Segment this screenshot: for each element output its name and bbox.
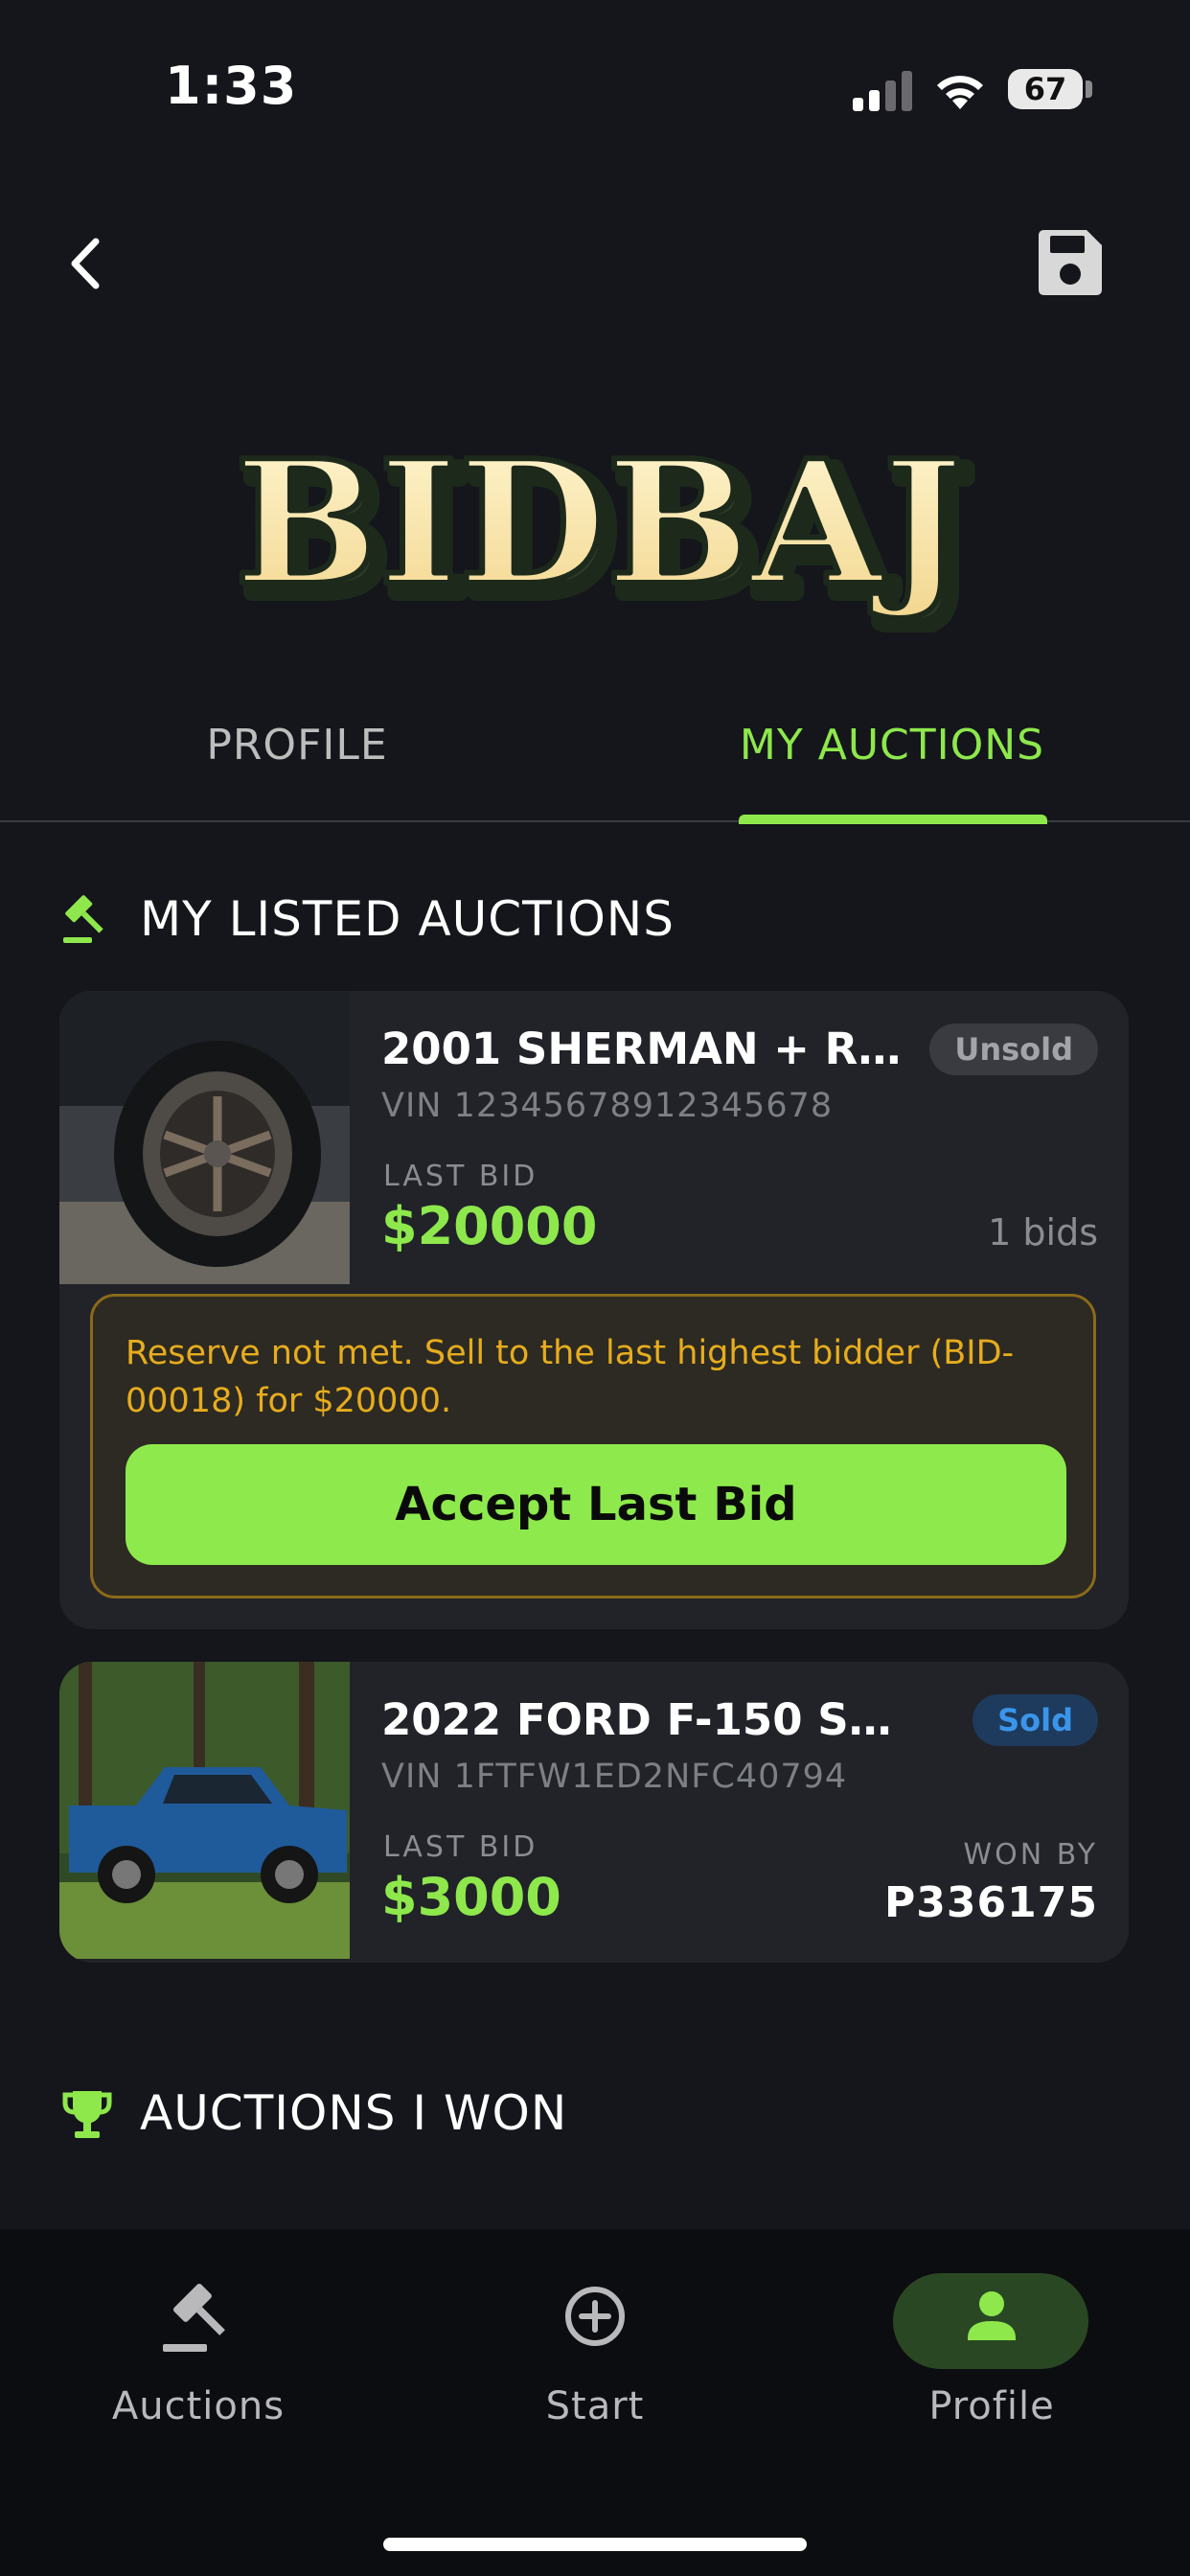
last-bid-value: $3000: [381, 1867, 561, 1927]
nav-label: Start: [545, 2384, 645, 2428]
reserve-notice-text: Reserve not met. Sell to the last highes…: [126, 1334, 1015, 1420]
svg-text:BIDBAJ: BIDBAJ: [235, 423, 964, 623]
gavel-icon: [63, 895, 103, 943]
battery-tip: [1086, 80, 1092, 98]
tab-my-auctions[interactable]: MY AUCTIONS: [594, 721, 1190, 770]
won-by-value: P336175: [884, 1878, 1098, 1927]
last-bid-label: LAST BID: [383, 1160, 538, 1193]
plus-circle-icon: [565, 2287, 625, 2346]
vehicle-photo: [59, 991, 350, 1284]
bidbaj-logo: BIDBAJ BIDBAJ: [232, 422, 982, 632]
vehicle-title: 2001 SHERMAN + REILLY: [381, 1024, 918, 1074]
vin-text: VIN 1FTFW1ED2NFC40794: [381, 1758, 848, 1796]
section-title-listed: MY LISTED AUCTIONS: [140, 891, 675, 947]
wifi-icon: [937, 76, 983, 109]
last-bid-value: $20000: [381, 1196, 598, 1256]
bottom-navigation: Auctions Start Profile: [0, 2229, 1190, 2576]
gavel-icon: [163, 2283, 225, 2352]
bid-count: 1 bids: [988, 1211, 1098, 1254]
status-badge: Sold: [973, 1694, 1098, 1746]
status-badge: Unsold: [929, 1024, 1098, 1075]
battery-indicator: 67: [1008, 69, 1083, 109]
auction-card[interactable]: 2022 FORD F-150 SuperCrew Sold VIN 1FTFW…: [59, 1662, 1129, 1963]
last-bid-label: LAST BID: [383, 1830, 538, 1864]
nav-label: Auctions: [111, 2384, 286, 2428]
nav-item-auctions[interactable]: Auctions: [0, 2229, 397, 2469]
tab-profile[interactable]: PROFILE: [0, 721, 594, 770]
status-time: 1:33: [165, 56, 298, 116]
nav-label: Profile: [928, 2384, 1055, 2428]
nav-item-start[interactable]: Start: [397, 2229, 793, 2469]
section-title-won: AUCTIONS I WON: [140, 2085, 568, 2141]
won-by-label: WON BY: [963, 1838, 1098, 1872]
home-indicator: [383, 2538, 807, 2551]
cellular-signal-icon: [853, 71, 912, 111]
auction-card[interactable]: 2001 SHERMAN + REILLY Unsold VIN 1234567…: [59, 991, 1129, 1629]
save-icon[interactable]: [1033, 226, 1106, 299]
person-icon: [968, 2291, 1016, 2340]
back-chevron-icon[interactable]: [57, 230, 115, 297]
vin-text: VIN 12345678912345678: [381, 1087, 834, 1125]
reserve-notice: Reserve not met. Sell to the last highes…: [90, 1294, 1096, 1598]
trophy-icon: [62, 2091, 112, 2138]
nav-item-profile[interactable]: Profile: [793, 2229, 1190, 2469]
active-tab-indicator: [739, 815, 1047, 824]
vehicle-photo: [59, 1662, 350, 1959]
accept-last-bid-button[interactable]: Accept Last Bid: [126, 1444, 1066, 1565]
vehicle-title: 2022 FORD F-150 SuperCrew: [381, 1694, 918, 1745]
